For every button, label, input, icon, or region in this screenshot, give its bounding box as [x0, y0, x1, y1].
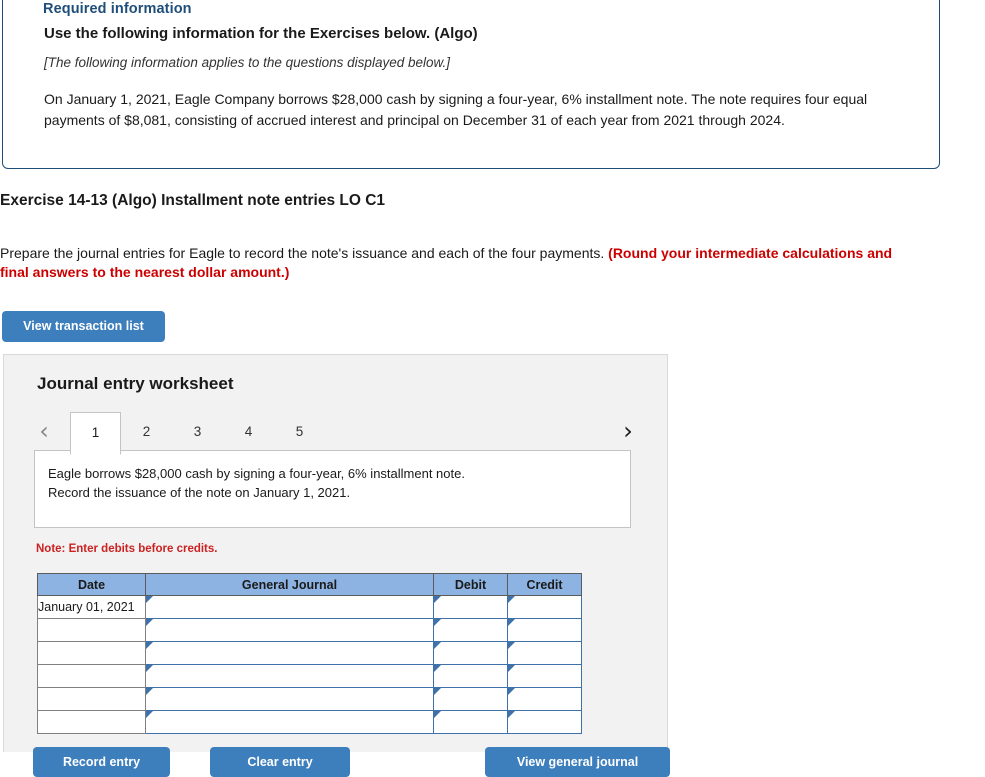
general-journal-input-2[interactable] [145, 618, 434, 642]
required-information-body: On January 1, 2021, Eagle Company borrow… [44, 91, 868, 128]
transaction-line-1: Eagle borrows $28,000 cash by signing a … [48, 466, 465, 481]
tab-4[interactable]: 4 [223, 412, 274, 455]
transaction-line-2: Record the issuance of the note on Janua… [48, 485, 351, 500]
column-header-date: Date [37, 573, 146, 596]
transaction-description-box: Eagle borrows $28,000 cash by signing a … [34, 450, 631, 528]
general-journal-input-6[interactable] [145, 710, 434, 734]
page-title: Exercise 14-13 (Algo) Installment note e… [0, 192, 386, 209]
column-header-debit: Debit [433, 573, 508, 596]
dropdown-marker-icon [508, 665, 515, 672]
dropdown-marker-icon [434, 596, 441, 603]
dropdown-marker-icon [146, 688, 153, 695]
general-journal-input-1[interactable] [145, 595, 434, 619]
dropdown-marker-icon [434, 665, 441, 672]
credit-input-1[interactable] [507, 595, 582, 619]
dropdown-marker-icon [146, 665, 153, 672]
debit-input-1[interactable] [433, 595, 508, 619]
table-row [37, 710, 582, 734]
column-header-general-journal: General Journal [145, 573, 434, 596]
applies-note: [The following information applies to th… [44, 55, 450, 70]
dropdown-marker-icon [434, 642, 441, 649]
date-cell-1[interactable]: January 01, 2021 [37, 595, 146, 619]
tab-3[interactable]: 3 [172, 412, 223, 455]
dropdown-marker-icon [146, 619, 153, 626]
credit-input-6[interactable] [507, 710, 582, 734]
table-row [37, 641, 582, 665]
credit-input-4[interactable] [507, 664, 582, 688]
required-information-title: Required information [43, 1, 192, 17]
table-row: January 01, 2021 [37, 595, 582, 619]
view-general-journal-button[interactable]: View general journal [485, 747, 670, 777]
required-information-heading: Use the following information for the Ex… [44, 25, 478, 42]
debit-input-3[interactable] [433, 641, 508, 665]
journal-entry-worksheet-panel: Journal entry worksheet ‹ 1 2 3 4 5 › Ea… [3, 354, 668, 752]
dropdown-marker-icon [508, 596, 515, 603]
dropdown-marker-icon [434, 688, 441, 695]
dropdown-marker-icon [508, 642, 515, 649]
general-journal-input-5[interactable] [145, 687, 434, 711]
general-journal-input-4[interactable] [145, 664, 434, 688]
dropdown-marker-icon [434, 619, 441, 626]
worksheet-title: Journal entry worksheet [37, 374, 234, 393]
tab-2[interactable]: 2 [121, 412, 172, 455]
clear-entry-button[interactable]: Clear entry [210, 747, 350, 777]
exercise-instruction: Prepare the journal entries for Eagle to… [0, 244, 900, 282]
credit-input-3[interactable] [507, 641, 582, 665]
date-cell-4[interactable] [37, 664, 146, 688]
table-row [37, 687, 582, 711]
debit-input-5[interactable] [433, 687, 508, 711]
date-cell-5[interactable] [37, 687, 146, 711]
dropdown-marker-icon [508, 711, 515, 718]
debit-input-6[interactable] [433, 710, 508, 734]
dropdown-marker-icon [146, 642, 153, 649]
view-transaction-list-button[interactable]: View transaction list [2, 311, 165, 342]
general-journal-input-3[interactable] [145, 641, 434, 665]
journal-entry-table: Date General Journal Debit Credit Januar… [37, 573, 582, 734]
chevron-left-icon[interactable]: ‹ [33, 415, 55, 447]
debit-input-2[interactable] [433, 618, 508, 642]
instruction-text: Prepare the journal entries for Eagle to… [0, 245, 609, 261]
date-cell-3[interactable] [37, 641, 146, 665]
credit-input-5[interactable] [507, 687, 582, 711]
dropdown-marker-icon [434, 711, 441, 718]
date-cell-6[interactable] [37, 710, 146, 734]
tab-1[interactable]: 1 [70, 412, 121, 455]
table-row [37, 618, 582, 642]
column-header-credit: Credit [507, 573, 582, 596]
debits-before-credits-note: Note: Enter debits before credits. [36, 543, 218, 555]
dropdown-marker-icon [508, 688, 515, 695]
worksheet-tab-strip: ‹ 1 2 3 4 5 › [31, 409, 643, 455]
credit-input-2[interactable] [507, 618, 582, 642]
chevron-right-icon[interactable]: › [617, 415, 639, 447]
dropdown-marker-icon [146, 711, 153, 718]
record-entry-button[interactable]: Record entry [33, 747, 170, 777]
dropdown-marker-icon [508, 619, 515, 626]
date-cell-2[interactable] [37, 618, 146, 642]
tab-5[interactable]: 5 [274, 412, 325, 455]
table-row [37, 664, 582, 688]
table-header-row: Date General Journal Debit Credit [37, 573, 582, 596]
required-information-panel: Required information Use the following i… [2, 0, 940, 169]
dropdown-marker-icon [146, 596, 153, 603]
debit-input-4[interactable] [433, 664, 508, 688]
